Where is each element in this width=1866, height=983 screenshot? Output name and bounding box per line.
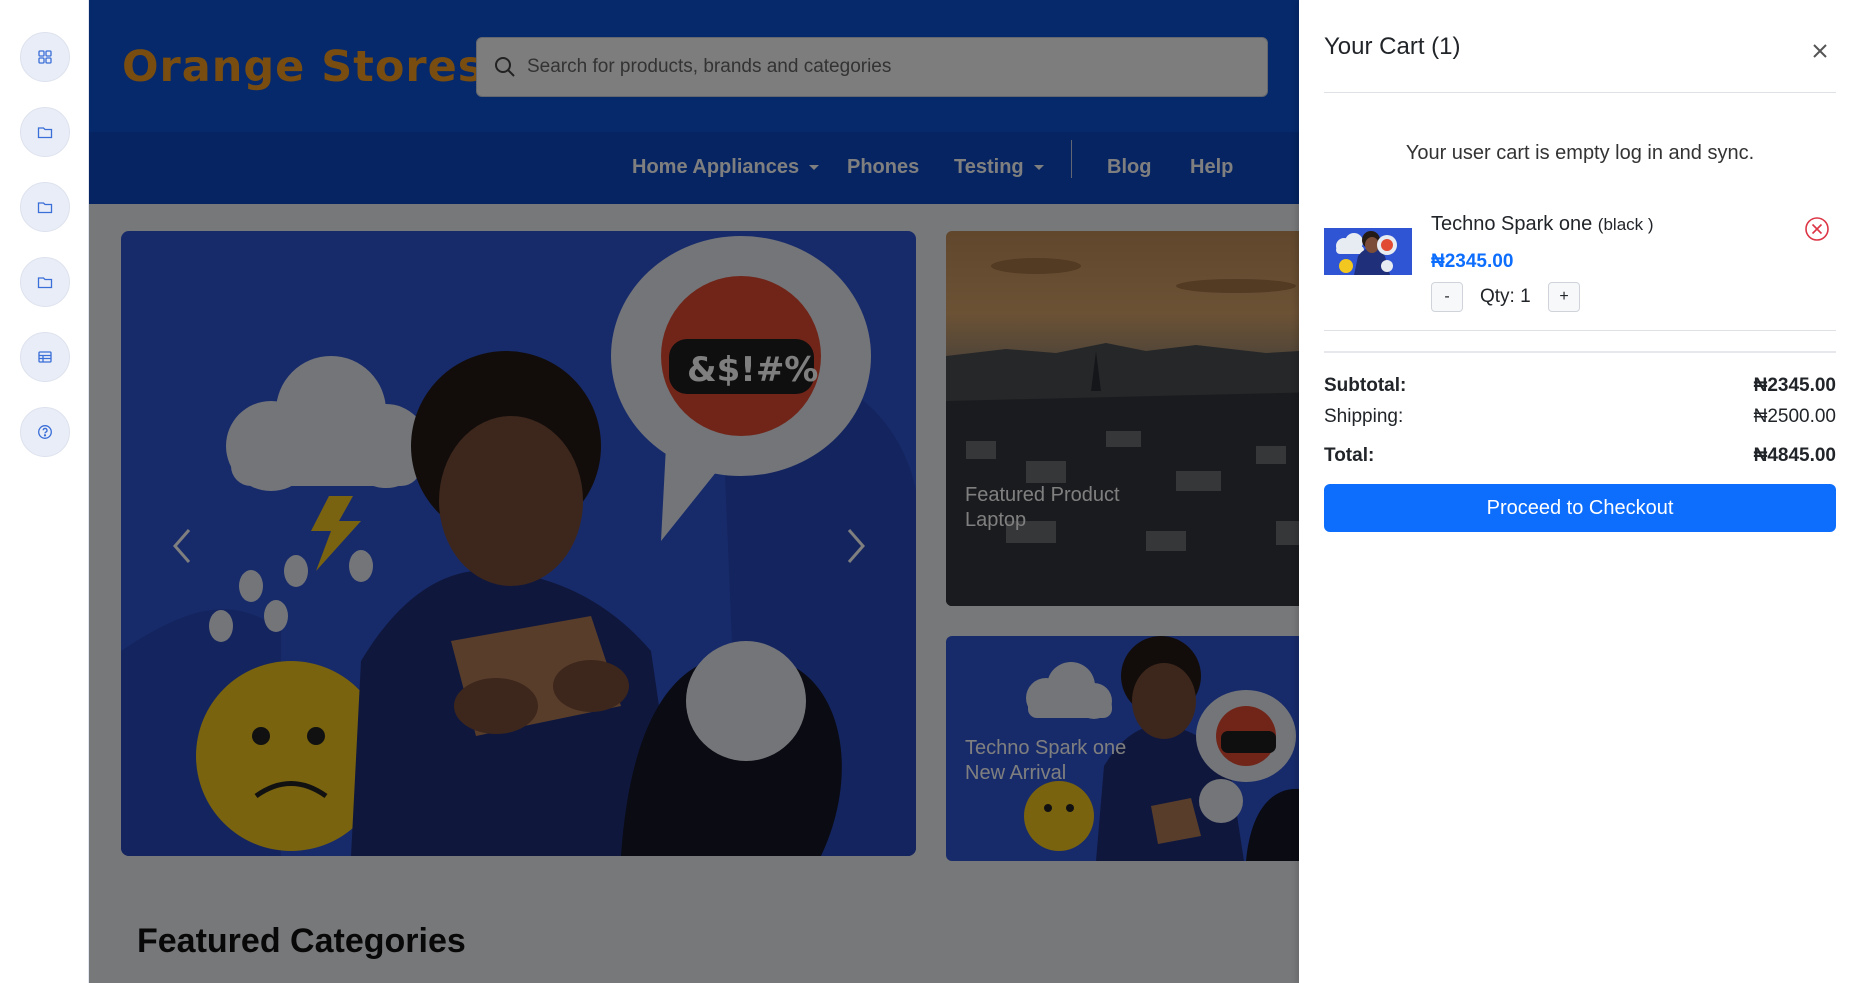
total-row: Total: ₦4845.00 xyxy=(1324,445,1836,467)
shipping-value: ₦2500.00 xyxy=(1753,406,1836,427)
qty-label: Qty: 1 xyxy=(1480,286,1531,307)
checkout-button[interactable]: Proceed to Checkout xyxy=(1324,484,1836,532)
empty-cart-message: Your user cart is empty log in and sync. xyxy=(1405,142,1755,164)
total-value: ₦4845.00 xyxy=(1753,445,1836,466)
rail-button-folder-2[interactable] xyxy=(20,182,70,232)
subtotal-value: ₦2345.00 xyxy=(1753,375,1836,396)
shipping-label: Shipping: xyxy=(1324,406,1404,427)
cart-item-name: Techno Spark one (black ) xyxy=(1431,213,1654,236)
rail-button-help[interactable] xyxy=(20,407,70,457)
cart-item-price: ₦2345.00 xyxy=(1431,251,1514,272)
rail-button-folder-1[interactable] xyxy=(20,107,70,157)
backdrop-overlay[interactable] xyxy=(89,0,1299,983)
divider xyxy=(1324,92,1836,93)
folder-icon xyxy=(37,127,53,139)
cart-item-thumbnail xyxy=(1324,228,1412,275)
grid-icon xyxy=(38,50,52,64)
app-root: Orange Stores Home Appliances Phones Tes… xyxy=(0,0,1866,983)
rail-button-grid[interactable] xyxy=(20,32,70,82)
qty-decrease-button[interactable]: - xyxy=(1431,282,1463,312)
cart-title: Your Cart (1) xyxy=(1324,33,1461,60)
cart-panel: Your Cart (1) Your user cart is empty lo… xyxy=(1299,0,1866,983)
help-icon xyxy=(38,425,52,439)
left-rail xyxy=(0,0,89,983)
cart-item-image xyxy=(1336,231,1397,275)
cart-item-variant: (black ) xyxy=(1597,215,1654,234)
divider xyxy=(1324,330,1836,331)
total-label: Total: xyxy=(1324,445,1375,466)
remove-item-icon[interactable] xyxy=(1804,216,1830,242)
table-icon xyxy=(38,351,52,363)
folder-icon xyxy=(37,277,53,289)
close-icon[interactable] xyxy=(1809,40,1831,62)
subtotal-label: Subtotal: xyxy=(1324,375,1407,396)
subtotal-row: Subtotal: ₦2345.00 xyxy=(1324,375,1836,397)
folder-icon xyxy=(37,202,53,214)
shipping-row: Shipping: ₦2500.00 xyxy=(1324,406,1836,428)
rail-button-table[interactable] xyxy=(20,332,70,382)
divider xyxy=(1324,351,1836,353)
qty-increase-button[interactable]: + xyxy=(1548,282,1580,312)
cart-item-title: Techno Spark one xyxy=(1431,213,1593,235)
rail-button-folder-3[interactable] xyxy=(20,257,70,307)
